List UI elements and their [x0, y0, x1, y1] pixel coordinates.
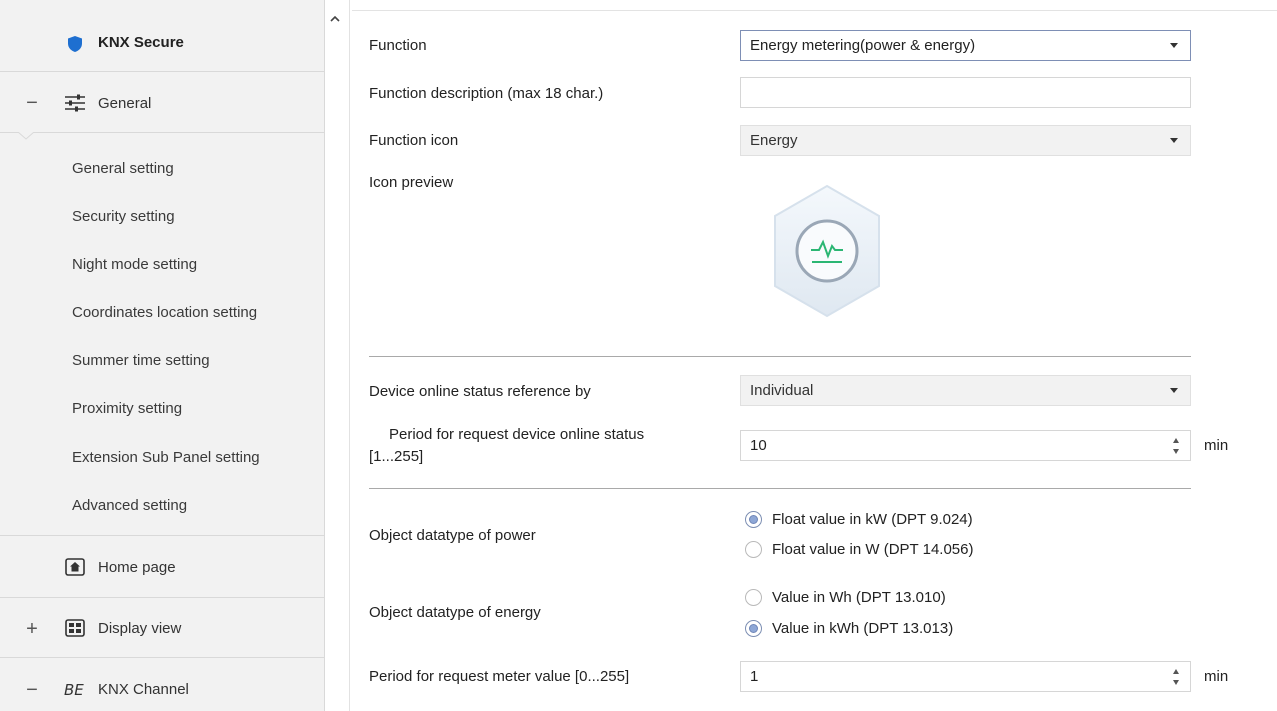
collapse-sign[interactable]: − — [26, 93, 38, 113]
energy-datatype-label: Object datatype of energy — [369, 604, 541, 621]
sidebar-item-extension-sub-panel-setting[interactable]: Extension Sub Panel setting — [72, 449, 260, 466]
sliders-icon — [64, 92, 86, 114]
power-option-kw[interactable]: Float value in kW (DPT 9.024) — [745, 511, 973, 528]
channel-icon: BE — [64, 678, 86, 700]
divider — [0, 597, 325, 598]
radio-unselected[interactable] — [745, 589, 762, 606]
sidebar-item-summer-time-setting[interactable]: Summer time setting — [72, 352, 210, 369]
period-online-stepper[interactable]: 10 — [740, 430, 1191, 461]
divider — [0, 657, 325, 658]
svg-text:BE: BE — [64, 681, 84, 698]
sidebar-item-coordinates-location-setting[interactable]: Coordinates location setting — [72, 304, 257, 321]
sidebar-item-knx-secure[interactable]: KNX Secure — [0, 0, 325, 72]
sidebar-item-night-mode-setting[interactable]: Night mode setting — [72, 256, 197, 273]
radio-label: Float value in W (DPT 14.056) — [772, 541, 974, 558]
function-label: Function — [369, 37, 427, 54]
function-icon-value: Energy — [750, 132, 798, 149]
expand-sign[interactable]: + — [26, 619, 38, 639]
spinner-icon[interactable] — [1172, 667, 1180, 687]
pane-separator — [349, 0, 350, 711]
sidebar-item-label: General — [98, 95, 152, 112]
period-meter-value: 1 — [750, 668, 759, 685]
chevron-down-icon — [1170, 388, 1178, 393]
shield-icon — [64, 33, 86, 55]
sidebar-item-advanced-setting[interactable]: Advanced setting — [72, 497, 187, 514]
energy-pulse-icon — [774, 184, 880, 318]
collapse-sign[interactable]: − — [26, 680, 38, 700]
period-meter-stepper[interactable]: 1 — [740, 661, 1191, 692]
sidebar-item-label: KNX Channel — [98, 681, 189, 698]
selected-notch — [18, 132, 34, 140]
radio-selected[interactable] — [745, 620, 762, 637]
function-select[interactable]: Energy metering(power & energy) — [740, 30, 1191, 61]
sidebar: KNX Secure − General General setting Sec… — [0, 0, 325, 711]
online-status-label: Device online status reference by — [369, 383, 591, 400]
function-description-input[interactable] — [740, 77, 1191, 108]
sidebar-item-label: Home page — [98, 559, 176, 576]
home-icon — [64, 556, 86, 578]
function-icon-label: Function icon — [369, 132, 459, 149]
section-divider — [369, 488, 1191, 489]
radio-label: Value in Wh (DPT 13.010) — [772, 589, 946, 606]
power-datatype-label: Object datatype of power — [369, 527, 536, 544]
radio-selected[interactable] — [745, 511, 762, 528]
energy-option-wh[interactable]: Value in Wh (DPT 13.010) — [745, 589, 946, 606]
online-status-select[interactable]: Individual — [740, 375, 1191, 406]
period-meter-label: Period for request meter value [0...255] — [369, 668, 630, 685]
scroll-up-icon[interactable] — [330, 14, 340, 24]
spinner-icon[interactable] — [1172, 436, 1180, 456]
period-online-unit: min — [1204, 437, 1229, 454]
sidebar-item-security-setting[interactable]: Security setting — [72, 208, 175, 225]
period-online-range: [1...255] — [369, 448, 424, 465]
period-online-value: 10 — [750, 437, 767, 454]
power-option-w[interactable]: Float value in W (DPT 14.056) — [745, 541, 973, 558]
display-grid-icon — [64, 617, 86, 639]
function-value: Energy metering(power & energy) — [750, 37, 976, 54]
icon-preview-label: Icon preview — [369, 174, 454, 191]
online-status-value: Individual — [750, 382, 814, 399]
chevron-down-icon — [1170, 138, 1178, 143]
chevron-down-icon — [1170, 43, 1178, 48]
function-icon-select[interactable]: Energy — [740, 125, 1191, 156]
energy-option-kwh[interactable]: Value in kWh (DPT 13.013) — [745, 620, 953, 637]
radio-label: Value in kWh (DPT 13.013) — [772, 620, 954, 637]
sidebar-item-label: KNX Secure — [98, 34, 184, 51]
radio-unselected[interactable] — [745, 541, 762, 558]
sidebar-item-label: Display view — [98, 620, 182, 637]
parameter-panel: Function Energy metering(power & energy)… — [352, 0, 1277, 711]
sidebar-item-proximity-setting[interactable]: Proximity setting — [72, 400, 182, 417]
radio-label: Float value in kW (DPT 9.024) — [772, 511, 973, 528]
section-divider — [369, 356, 1191, 357]
divider — [0, 535, 325, 536]
period-online-label: Period for request device online status — [389, 426, 645, 443]
period-meter-unit: min — [1204, 668, 1229, 685]
function-description-label: Function description (max 18 char.) — [369, 85, 604, 102]
sidebar-item-general-setting[interactable]: General setting — [72, 160, 174, 177]
divider — [0, 132, 325, 133]
